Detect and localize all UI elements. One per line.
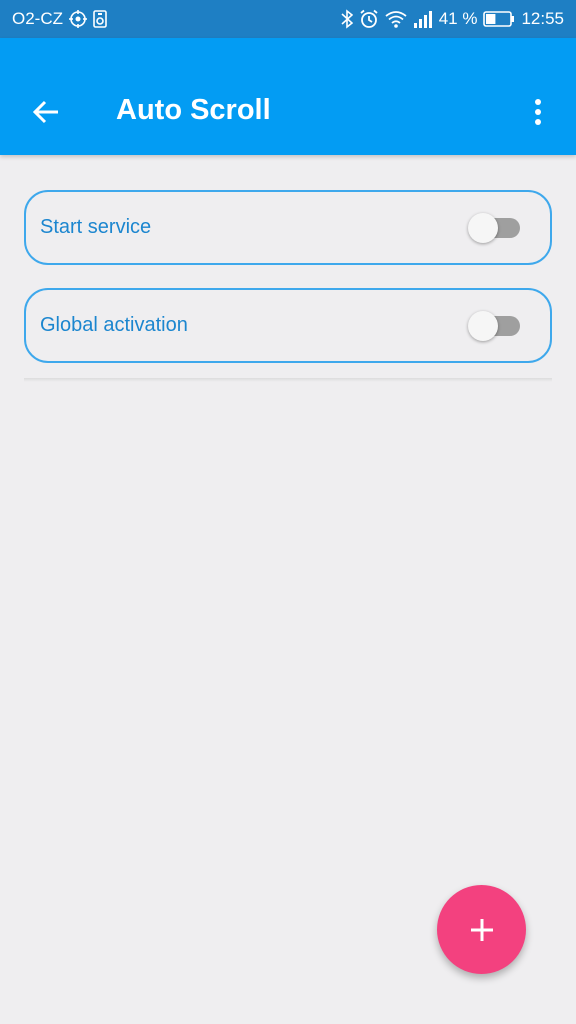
sd-card-icon — [93, 10, 107, 28]
switch-thumb — [468, 310, 498, 341]
switch-thumb — [468, 212, 498, 243]
back-arrow-icon — [32, 100, 58, 124]
global-activation-label: Global activation — [40, 314, 188, 336]
signal-icon — [413, 10, 433, 28]
status-bar-right: 41 % 12:55 — [341, 9, 564, 29]
carrier-name: O2-CZ — [12, 9, 63, 28]
start-service-switch[interactable] — [468, 212, 520, 243]
back-button[interactable] — [22, 88, 70, 136]
clock: 12:55 — [521, 9, 564, 28]
wifi-icon — [385, 10, 407, 28]
alarm-icon — [359, 9, 379, 29]
start-service-label: Start service — [40, 216, 152, 238]
plus-icon — [470, 918, 493, 941]
page-title: Auto Scroll — [116, 94, 271, 126]
bluetooth-icon — [341, 9, 353, 29]
global-activation-switch[interactable] — [468, 310, 520, 341]
more-vert-icon — [535, 99, 541, 125]
status-bar-left: O2-CZ — [12, 9, 107, 29]
status-bar: O2-CZ 41 % 12:55 — [0, 0, 576, 38]
list-divider — [24, 378, 552, 382]
battery-icon — [483, 11, 515, 27]
battery-percent: 41 % — [438, 9, 478, 28]
start-service-row[interactable]: Start service — [24, 190, 552, 265]
overflow-menu-button[interactable] — [518, 88, 558, 136]
add-button[interactable] — [437, 885, 526, 974]
global-activation-row[interactable]: Global activation — [24, 288, 552, 363]
app-bar: Auto Scroll — [0, 38, 576, 155]
location-icon — [69, 10, 87, 28]
